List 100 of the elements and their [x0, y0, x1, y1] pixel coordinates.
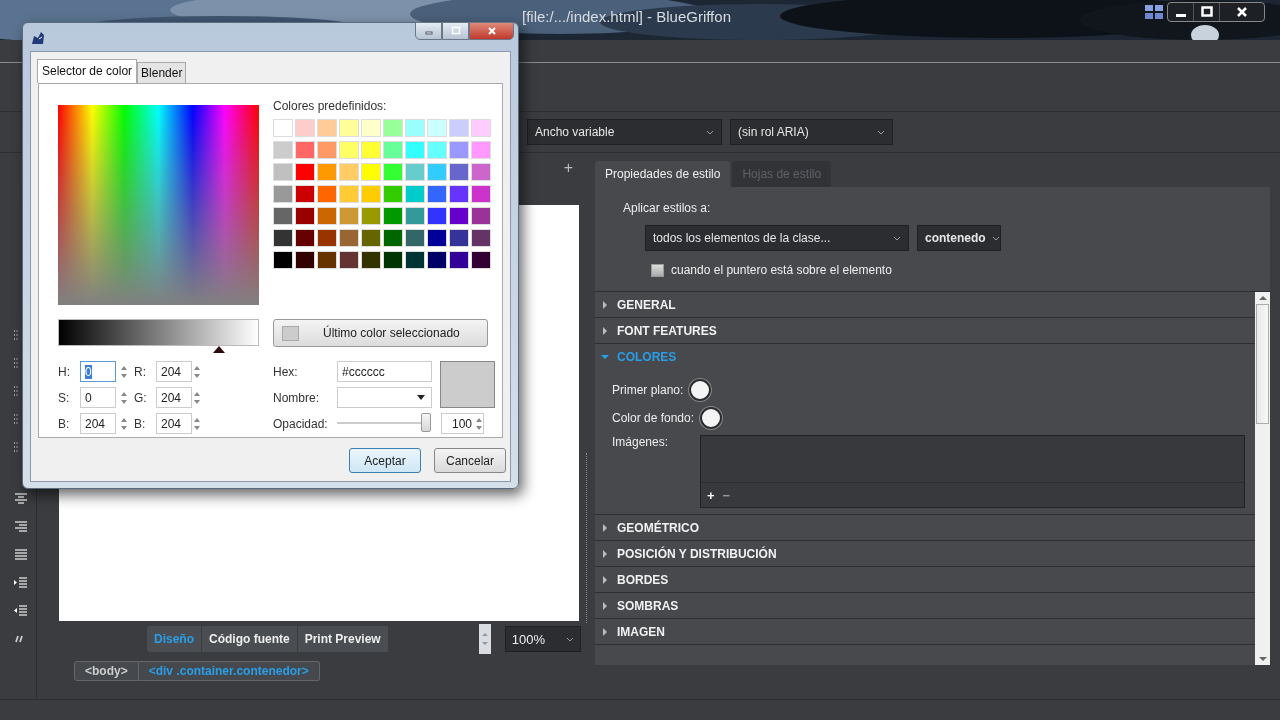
brightness-bar[interactable]: [58, 319, 259, 346]
color-swatch[interactable]: [449, 251, 469, 269]
color-swatch[interactable]: [427, 185, 447, 203]
color-swatch[interactable]: [471, 251, 491, 269]
dropdown[interactable]: (sin rol ARIA): [730, 119, 893, 145]
color-swatch[interactable]: [361, 251, 381, 269]
image-list[interactable]: + −: [700, 435, 1245, 508]
number-field[interactable]: 204: [156, 387, 192, 408]
color-swatch[interactable]: [449, 185, 469, 203]
color-swatch[interactable]: [339, 141, 359, 159]
color-swatch[interactable]: [339, 185, 359, 203]
last-color-button[interactable]: Último color seleccionado: [273, 319, 488, 347]
color-swatch[interactable]: [273, 119, 293, 137]
add-button[interactable]: +: [706, 487, 716, 503]
outdent-icon[interactable]: [14, 604, 28, 618]
number-field[interactable]: 0: [80, 387, 116, 408]
color-spectrum-field[interactable]: [58, 105, 259, 305]
color-swatch[interactable]: [361, 185, 381, 203]
color-button[interactable]: [689, 379, 712, 401]
color-swatch[interactable]: [449, 229, 469, 247]
color-swatch[interactable]: [471, 207, 491, 225]
color-swatch[interactable]: [449, 163, 469, 181]
number-field[interactable]: 0: [80, 361, 116, 382]
color-swatch[interactable]: [405, 207, 425, 225]
color-swatch[interactable]: [471, 141, 491, 159]
panel-tab[interactable]: Propiedades de estilo: [595, 161, 731, 187]
hex-field[interactable]: #cccccc: [337, 361, 432, 382]
number-field[interactable]: 204: [156, 361, 192, 382]
color-swatch[interactable]: [339, 163, 359, 181]
color-swatch[interactable]: [317, 185, 337, 203]
dialog-tab[interactable]: Blender: [137, 62, 187, 83]
color-swatch[interactable]: [427, 207, 447, 225]
color-swatch[interactable]: [273, 251, 293, 269]
color-swatch[interactable]: [295, 207, 315, 225]
color-swatch[interactable]: [295, 141, 315, 159]
color-swatch[interactable]: [471, 163, 491, 181]
color-swatch[interactable]: [295, 229, 315, 247]
dialog-button[interactable]: Cancelar: [434, 448, 506, 473]
color-swatch[interactable]: [427, 119, 447, 137]
color-swatch[interactable]: [273, 185, 293, 203]
color-swatch[interactable]: [361, 163, 381, 181]
color-swatch[interactable]: [317, 229, 337, 247]
color-swatch[interactable]: [273, 229, 293, 247]
toolbar-icon[interactable]: [13, 356, 19, 370]
color-swatch[interactable]: [383, 251, 403, 269]
color-swatch[interactable]: [361, 141, 381, 159]
color-swatch[interactable]: [449, 207, 469, 225]
color-swatch[interactable]: [295, 163, 315, 181]
color-swatch[interactable]: [361, 229, 381, 247]
color-swatch[interactable]: [273, 163, 293, 181]
justify-icon[interactable]: [14, 548, 28, 562]
color-swatch[interactable]: [361, 207, 381, 225]
scrollbar[interactable]: [1255, 292, 1270, 665]
target-dropdown[interactable]: todos los elementos de la clase...: [645, 225, 909, 251]
color-swatch[interactable]: [339, 207, 359, 225]
dropdown[interactable]: Ancho variable: [527, 119, 722, 145]
color-swatch[interactable]: [383, 119, 403, 137]
color-swatch[interactable]: [471, 119, 491, 137]
color-swatch[interactable]: [339, 119, 359, 137]
color-swatch[interactable]: [383, 229, 403, 247]
zoom-dropdown[interactable]: 100%: [504, 626, 581, 652]
color-swatch[interactable]: [405, 185, 425, 203]
color-swatch[interactable]: [383, 163, 403, 181]
toolbar-icon[interactable]: [13, 440, 19, 454]
number-field[interactable]: 204: [80, 413, 116, 434]
color-swatch[interactable]: [405, 251, 425, 269]
class-dropdown[interactable]: contenedo: [917, 225, 1001, 251]
color-swatch[interactable]: [383, 185, 403, 203]
color-swatch[interactable]: [317, 119, 337, 137]
scroll-down-icon[interactable]: [1257, 656, 1268, 662]
color-swatch[interactable]: [427, 141, 447, 159]
color-swatch[interactable]: [427, 229, 447, 247]
view-tab[interactable]: Código fuente: [202, 626, 298, 652]
number-field[interactable]: 204: [156, 413, 192, 434]
grid-icon[interactable]: [1145, 5, 1163, 19]
color-button[interactable]: [700, 407, 723, 429]
toolbar-icon[interactable]: [13, 328, 19, 342]
color-swatch[interactable]: [317, 141, 337, 159]
color-swatch[interactable]: [449, 119, 469, 137]
opacity-slider[interactable]: [421, 413, 431, 432]
color-swatch[interactable]: [405, 141, 425, 159]
color-swatch[interactable]: [339, 251, 359, 269]
breadcrumb-item[interactable]: <body>: [74, 661, 139, 681]
view-tab[interactable]: Print Preview: [297, 626, 389, 652]
dialog-tab[interactable]: Selector de color: [37, 59, 138, 83]
color-swatch[interactable]: [273, 141, 293, 159]
color-swatch[interactable]: [405, 229, 425, 247]
color-swatch[interactable]: [295, 185, 315, 203]
align-center-icon[interactable]: [14, 492, 28, 506]
color-swatch[interactable]: [361, 119, 381, 137]
color-swatch[interactable]: [317, 207, 337, 225]
opacity-field[interactable]: 100: [441, 413, 484, 434]
color-swatch[interactable]: [273, 207, 293, 225]
color-swatch[interactable]: [427, 163, 447, 181]
color-swatch[interactable]: [383, 207, 403, 225]
zoom-spinner[interactable]: [478, 624, 491, 654]
color-swatch[interactable]: [317, 251, 337, 269]
color-swatch[interactable]: [449, 141, 469, 159]
color-swatch[interactable]: [471, 229, 491, 247]
toolbar-icon[interactable]: [13, 412, 19, 426]
